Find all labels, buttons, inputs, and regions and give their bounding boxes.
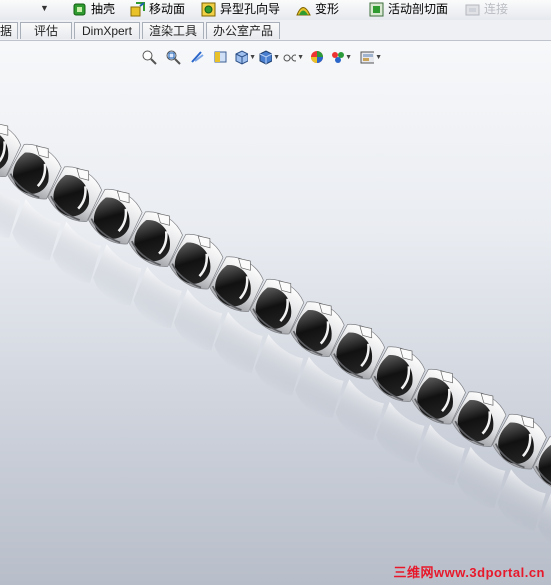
- tab-office-products[interactable]: 办公室产品: [206, 22, 280, 39]
- tab-dimxpert[interactable]: DimXpert: [74, 22, 140, 39]
- helical-rod-model[interactable]: [0, 41, 551, 585]
- floor-reflection: [0, 176, 551, 557]
- rod-body: [0, 113, 551, 498]
- move-face-label: 移动面: [149, 2, 186, 16]
- tab-render-tools[interactable]: 渲染工具: [142, 22, 204, 39]
- connect-icon: [465, 2, 480, 17]
- tab-data[interactable]: 据: [0, 22, 18, 39]
- connect-button[interactable]: 连接: [465, 1, 508, 18]
- deform-icon: [296, 2, 311, 17]
- command-manager-tabs: 据 评估 DimXpert 渲染工具 办公室产品: [0, 20, 551, 41]
- connect-label: 连接: [484, 2, 509, 16]
- tab-evaluate[interactable]: 评估: [20, 22, 72, 39]
- move-face-icon: [130, 2, 145, 17]
- shell-icon: [72, 2, 87, 17]
- live-section-plane-button[interactable]: 活动剖切面: [369, 1, 448, 18]
- move-face-button[interactable]: 移动面: [130, 1, 185, 18]
- hole-wizard-icon: [201, 2, 216, 17]
- live-section-plane-label: 活动剖切面: [388, 2, 449, 16]
- hole-wizard-label: 异型孔向导: [220, 2, 281, 16]
- section-plane-icon: [369, 2, 384, 17]
- watermark: 三维网www.3dportal.cn: [393, 565, 545, 580]
- shell-label: 抽壳: [91, 2, 116, 16]
- shell-button[interactable]: 抽壳: [72, 1, 115, 18]
- deform-button[interactable]: 变形: [296, 1, 339, 18]
- features-toolbar: ▼ 抽壳 移动面 异型孔向导 变形 活动剖切面 连接: [0, 0, 551, 21]
- deform-label: 变形: [315, 2, 340, 16]
- toolbar-dropdown-icon[interactable]: ▼: [40, 3, 49, 13]
- hole-wizard-button[interactable]: 异型孔向导: [201, 1, 280, 18]
- graphics-area[interactable]: ▼ ▼ ▼ ▼ ▼ 三维网www.3dportal.cn: [0, 41, 551, 585]
